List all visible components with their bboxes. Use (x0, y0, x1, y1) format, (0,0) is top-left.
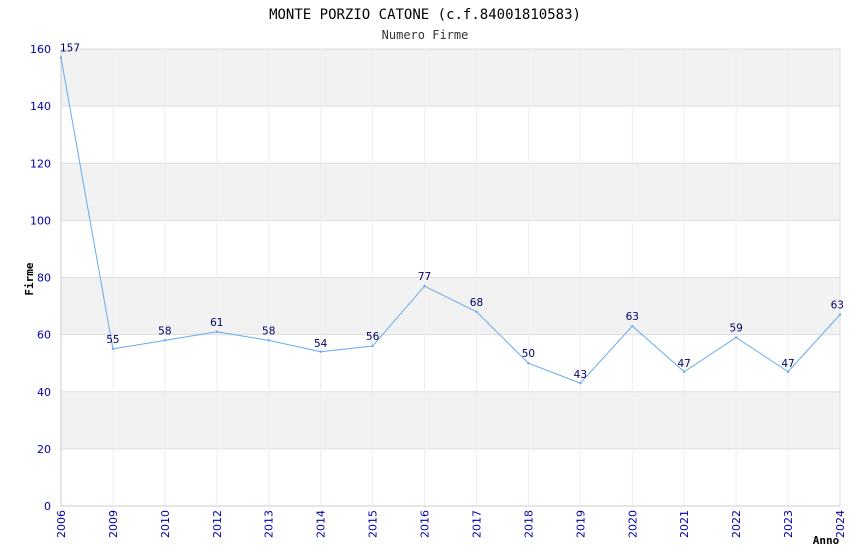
plot-band (61, 391, 840, 449)
x-tick-label: 2009 (107, 510, 120, 538)
y-tick-label: 120 (30, 157, 51, 170)
y-tick-label: 20 (37, 443, 51, 456)
x-tick-label: 2020 (626, 510, 639, 538)
data-label: 43 (574, 369, 587, 381)
data-label: 77 (418, 271, 431, 283)
data-label: 50 (522, 348, 535, 360)
x-axis-ticks: 2006 2009 2010 2012 2013 2014 2015 2016 2017 2018… (55, 510, 847, 538)
y-tick-label: 0 (44, 500, 51, 513)
data-label: 54 (314, 338, 328, 350)
data-point (215, 330, 218, 333)
data-label: 59 (729, 322, 742, 334)
line-chart: MONTE PORZIO CATONE (c.f.84001810583) Nu… (23, 7, 847, 547)
data-point (475, 310, 478, 313)
x-axis-label: Anno (813, 534, 840, 547)
y-axis-label: Firme (23, 262, 36, 295)
x-tick-label: 2016 (419, 510, 432, 538)
data-point (579, 381, 582, 385)
data-label: 63 (831, 300, 844, 312)
y-tick-label: 60 (37, 329, 51, 342)
data-label: 55 (106, 334, 119, 346)
x-tick-label: 2021 (678, 510, 691, 538)
x-tick-label: 2017 (470, 510, 483, 538)
x-tick-label: 2022 (730, 510, 743, 538)
data-point (163, 339, 167, 342)
x-tick-label: 2012 (211, 510, 224, 538)
data-label: 68 (470, 297, 483, 309)
x-tick-label: 2018 (522, 510, 535, 538)
y-tick-label: 100 (30, 214, 51, 227)
data-point (527, 361, 530, 365)
data-label: 58 (262, 325, 275, 337)
plot-band (61, 49, 840, 107)
data-label: 47 (781, 358, 794, 370)
data-label: 58 (158, 325, 171, 337)
data-point (631, 324, 634, 328)
x-tick-label: 2019 (574, 510, 587, 538)
x-tick-label: 2010 (159, 510, 172, 538)
x-tick-label: 2023 (782, 510, 795, 538)
data-point (267, 339, 270, 342)
y-tick-label: 160 (30, 43, 51, 56)
x-tick-label: 2015 (367, 510, 380, 538)
plot-band (61, 277, 840, 335)
data-label: 61 (210, 317, 223, 329)
plot-background-bands (61, 49, 840, 449)
y-tick-label: 80 (37, 272, 51, 285)
y-tick-label: 40 (37, 386, 51, 399)
data-label: 63 (626, 311, 639, 323)
x-tick-label: 2006 (55, 510, 68, 538)
chart-title: MONTE PORZIO CATONE (c.f.84001810583) (269, 7, 581, 23)
data-point (111, 347, 115, 351)
chart-subtitle: Numero Firme (382, 28, 469, 42)
data-point (786, 370, 790, 373)
data-point (838, 313, 842, 316)
data-point (319, 350, 322, 353)
x-tick-label: 2013 (263, 510, 276, 538)
data-label: 56 (366, 331, 380, 343)
data-point (734, 336, 738, 339)
data-label: 47 (678, 358, 691, 370)
y-tick-label: 140 (30, 100, 51, 113)
plot-band (61, 163, 840, 221)
data-point (683, 370, 686, 373)
x-tick-label: 2014 (315, 510, 328, 538)
data-point (59, 56, 63, 59)
data-label: 157 (60, 43, 80, 55)
data-point (423, 284, 426, 288)
data-point (371, 344, 374, 348)
